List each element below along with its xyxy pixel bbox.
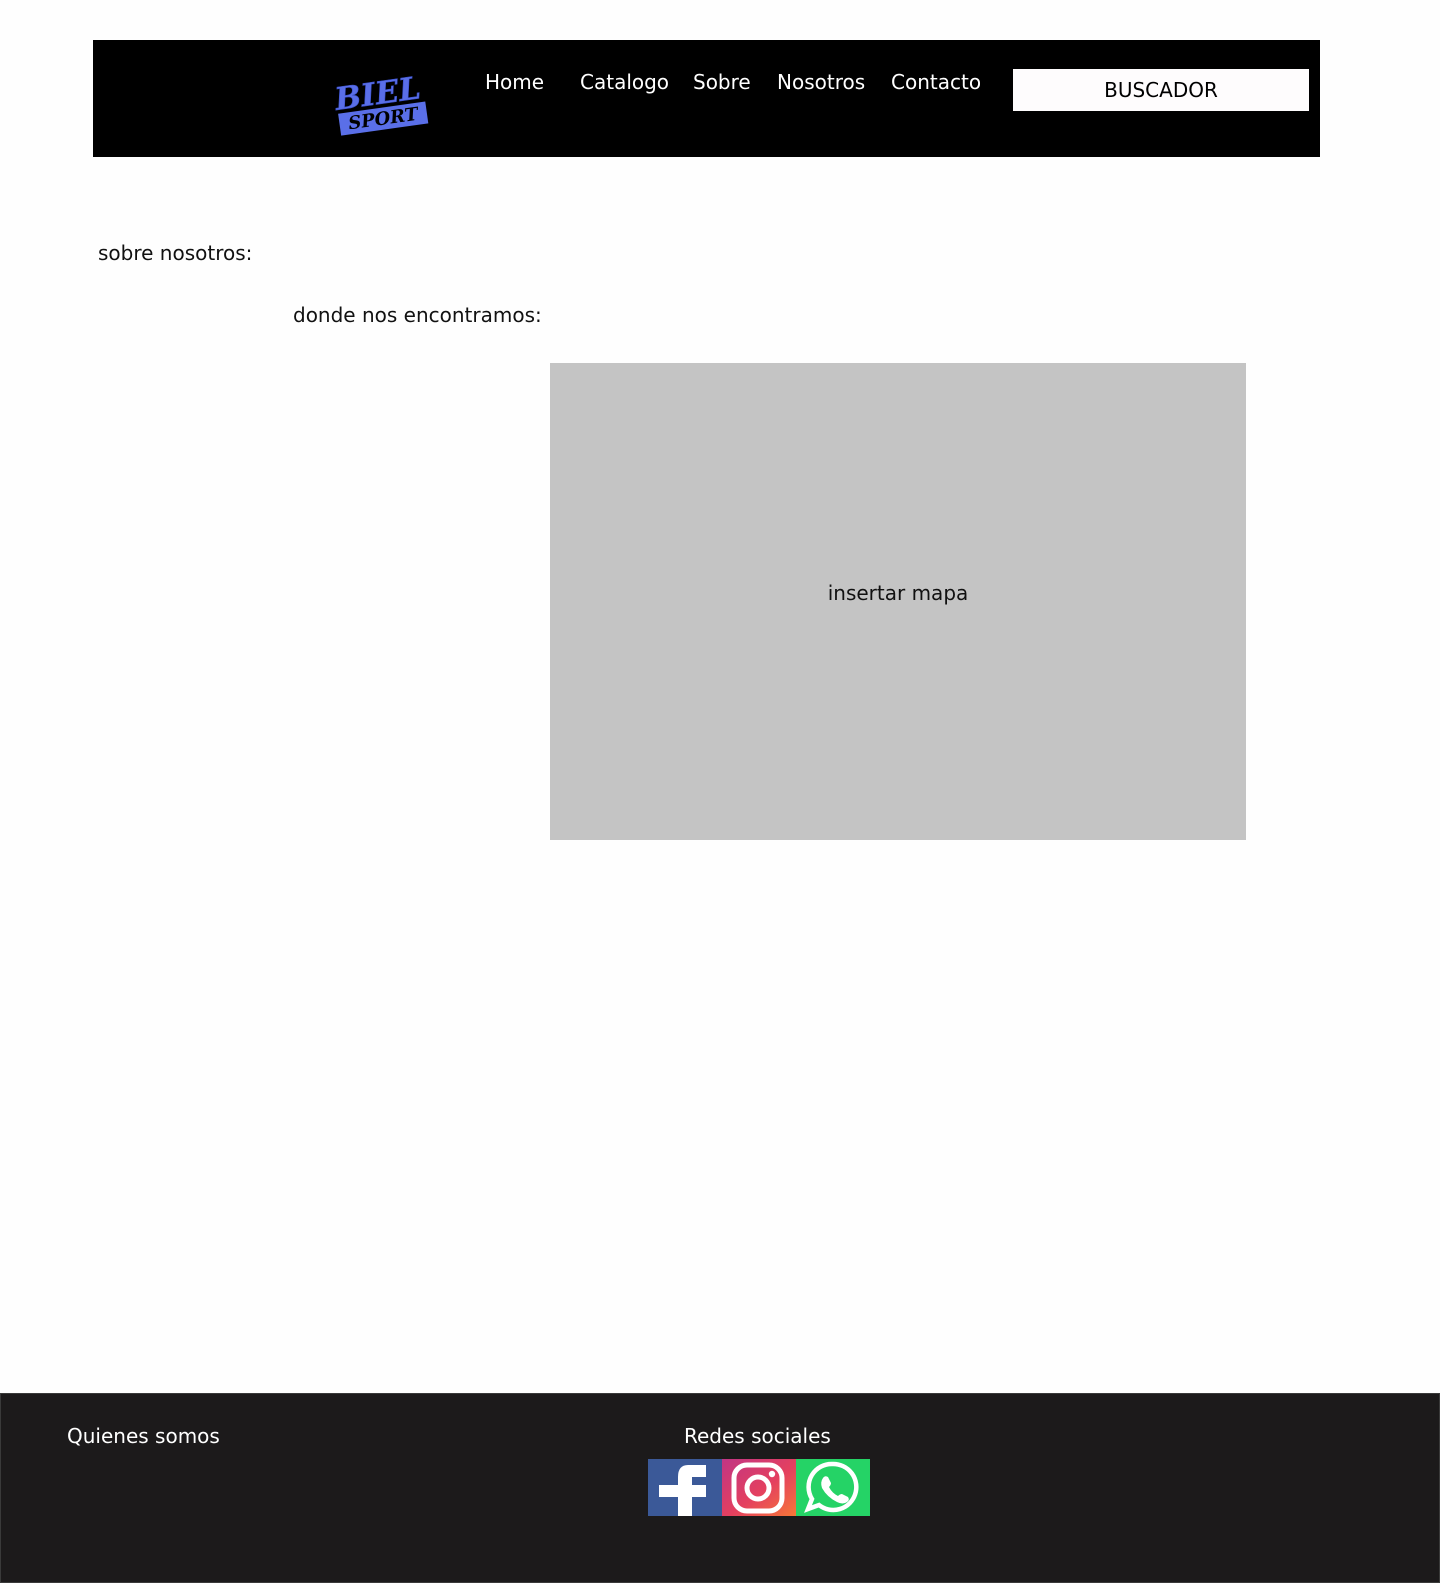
search-box[interactable]: BUSCADOR xyxy=(1013,69,1309,111)
nav-home[interactable]: Home xyxy=(485,70,544,94)
biel-sport-logo[interactable]: BIEL SPORT xyxy=(329,68,429,138)
map-placeholder-label: insertar mapa xyxy=(827,581,969,605)
instagram-icon[interactable] xyxy=(722,1459,796,1516)
facebook-icon[interactable] xyxy=(648,1459,722,1516)
about-heading: sobre nosotros: xyxy=(98,241,253,265)
site-footer: Quienes somos Redes sociales xyxy=(0,1393,1440,1583)
nav-catalogo[interactable]: Catalogo xyxy=(580,70,669,94)
nav-nosotros[interactable]: Nosotros xyxy=(777,70,865,94)
location-heading: donde nos encontramos: xyxy=(293,303,542,327)
map-placeholder: insertar mapa xyxy=(550,363,1246,840)
site-header: BIEL SPORT Home Catalogo Sobre Nosotros … xyxy=(93,40,1320,157)
whatsapp-icon[interactable] xyxy=(796,1459,870,1516)
nav-sobre[interactable]: Sobre xyxy=(693,70,751,94)
nav-contacto[interactable]: Contacto xyxy=(891,70,981,94)
footer-social-title: Redes sociales xyxy=(684,1424,831,1448)
footer-about-link[interactable]: Quienes somos xyxy=(67,1424,220,1448)
